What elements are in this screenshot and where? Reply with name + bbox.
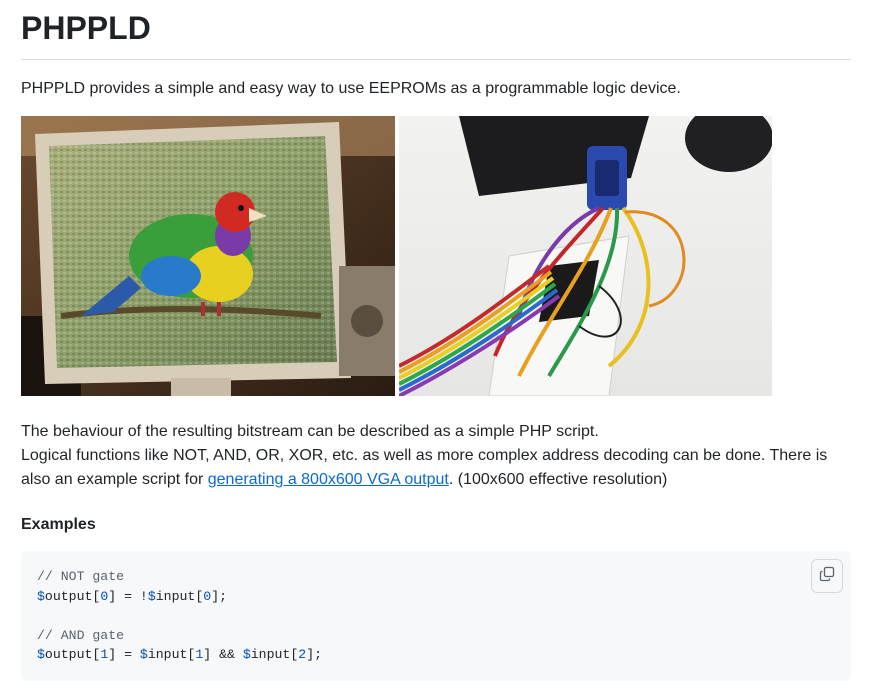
description-line-2-suffix: . (100x600 effective resolution) <box>448 471 668 488</box>
description: The behaviour of the resulting bitstream… <box>21 420 851 492</box>
page-title: PHPPLD <box>21 10 151 46</box>
description-line-2: Logical functions like NOT, AND, OR, XOR… <box>21 444 851 492</box>
monitor-photo[interactable] <box>21 116 395 396</box>
code-line-and: $output[1] = $input[1] && $input[2]; <box>37 647 323 663</box>
code-block[interactable]: // NOT gate $output[0] = !$input[0]; // AN… <box>21 551 851 681</box>
code-line-not: $output[0] = !$input[0]; <box>37 588 228 604</box>
title-divider <box>21 59 851 60</box>
copy-icon <box>819 566 835 587</box>
description-line-1: The behaviour of the resulting bitstream… <box>21 423 599 440</box>
intro-text: PHPPLD provides a simple and easy way to… <box>21 80 681 97</box>
code-comment-and: // AND gate <box>37 627 125 643</box>
code-content: // NOT gate $output[0] = !$input[0]; // AN… <box>37 567 322 665</box>
breadboard-photo[interactable] <box>399 116 772 396</box>
code-comment-not: // NOT gate <box>37 569 125 584</box>
vga-output-link[interactable]: generating a 800x600 VGA output <box>208 471 449 488</box>
copy-button[interactable] <box>811 559 843 593</box>
readme-page: PHPPLD PHPPLD provides a simple and easy… <box>0 0 871 696</box>
examples-heading: Examples <box>21 516 96 533</box>
